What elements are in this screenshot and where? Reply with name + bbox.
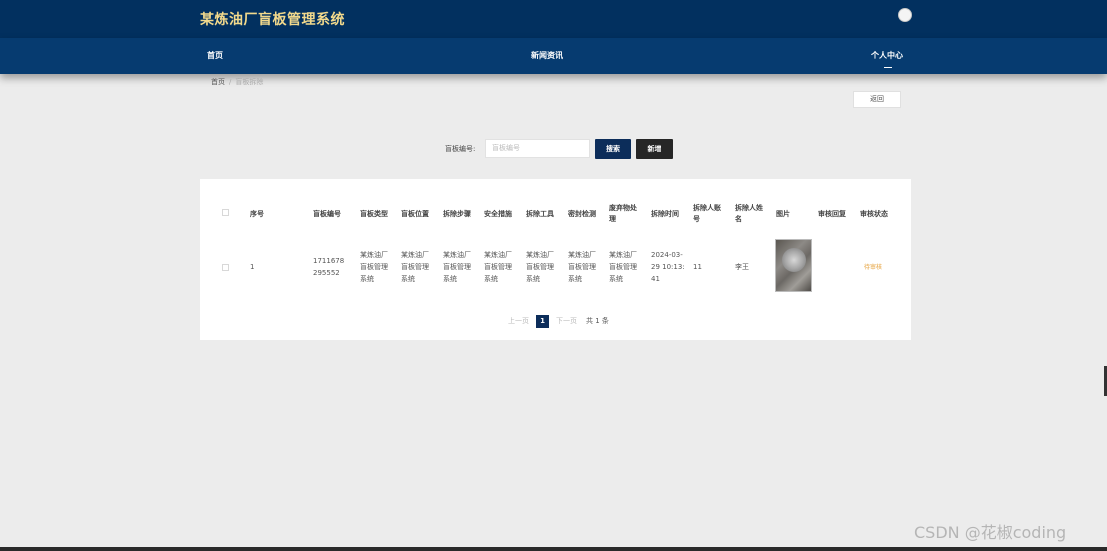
app-title: 某炼油厂盲板管理系统 bbox=[200, 12, 345, 28]
cell-safety: 某炼油厂盲板管理系统 bbox=[484, 251, 512, 283]
blind-plate-photo bbox=[782, 248, 806, 272]
header-code: 盲板编号 bbox=[313, 210, 341, 218]
cell-image-thumbnail[interactable] bbox=[775, 239, 812, 292]
cell-seal-check: 某炼油厂盲板管理系统 bbox=[568, 251, 596, 283]
cell-status-badge: 待审核 bbox=[864, 264, 883, 271]
top-header: 某炼油厂盲板管理系统 bbox=[0, 0, 1107, 38]
cell-index: 1 bbox=[250, 263, 255, 271]
cell-steps: 某炼油厂盲板管理系统 bbox=[443, 251, 471, 283]
nav-personal-center[interactable]: 个人中心 bbox=[871, 50, 903, 61]
header-time: 拆除时间 bbox=[651, 210, 679, 218]
breadcrumb: 首页 / 盲板拆除 bbox=[211, 77, 263, 87]
header-tools: 拆除工具 bbox=[526, 210, 554, 218]
search-input[interactable]: 盲板编号 bbox=[485, 139, 590, 158]
header-steps: 拆除步骤 bbox=[443, 210, 471, 218]
main-nav: 首页 新闻资讯 个人中心 bbox=[0, 38, 1107, 74]
cell-account: 11 bbox=[693, 263, 702, 271]
cell-code: 1711678295552 bbox=[313, 257, 345, 277]
cell-type: 某炼油厂盲板管理系统 bbox=[360, 251, 388, 283]
pagination-page-1[interactable]: 1 bbox=[536, 315, 549, 328]
pagination-prev[interactable]: 上一页 bbox=[508, 316, 529, 326]
cell-name: 李王 bbox=[735, 263, 749, 271]
header-index: 序号 bbox=[250, 210, 264, 218]
cell-time: 2024-03-29 10:13:41 bbox=[651, 251, 685, 283]
search-label: 盲板编号: bbox=[445, 145, 476, 153]
bottom-edge bbox=[0, 547, 1107, 551]
header-account: 拆除人账号 bbox=[693, 204, 721, 223]
watermark: CSDN @花椒coding bbox=[914, 523, 1067, 542]
pagination-next[interactable]: 下一页 bbox=[556, 316, 577, 326]
header-waste: 废弃物处理 bbox=[609, 204, 637, 223]
back-button[interactable]: 返回 bbox=[853, 91, 901, 108]
cell-tools: 某炼油厂盲板管理系统 bbox=[526, 251, 554, 283]
header-position: 盲板位置 bbox=[401, 210, 429, 218]
header-seal-check: 密封检测 bbox=[568, 210, 596, 218]
nav-active-indicator bbox=[884, 67, 892, 68]
nav-home[interactable]: 首页 bbox=[207, 50, 223, 61]
cell-waste: 某炼油厂盲板管理系统 bbox=[609, 251, 637, 283]
header-safety: 安全措施 bbox=[484, 210, 512, 218]
search-button[interactable]: 搜索 bbox=[595, 139, 631, 159]
breadcrumb-home[interactable]: 首页 bbox=[211, 78, 225, 86]
avatar[interactable] bbox=[898, 8, 912, 22]
select-all-checkbox[interactable] bbox=[222, 209, 229, 216]
header-reply: 审核回复 bbox=[818, 210, 846, 218]
pagination-total: 共 1 条 bbox=[586, 317, 609, 325]
breadcrumb-current: 盲板拆除 bbox=[235, 78, 264, 86]
nav-news[interactable]: 新闻资讯 bbox=[531, 50, 563, 61]
cell-position: 某炼油厂盲板管理系统 bbox=[401, 251, 429, 283]
add-button[interactable]: 新增 bbox=[636, 139, 673, 159]
header-type: 盲板类型 bbox=[360, 210, 388, 218]
header-image: 图片 bbox=[776, 210, 790, 218]
breadcrumb-separator: / bbox=[229, 78, 232, 86]
header-status: 审核状态 bbox=[860, 210, 888, 218]
row-checkbox[interactable] bbox=[222, 264, 229, 271]
header-name: 拆除人姓名 bbox=[735, 204, 763, 223]
